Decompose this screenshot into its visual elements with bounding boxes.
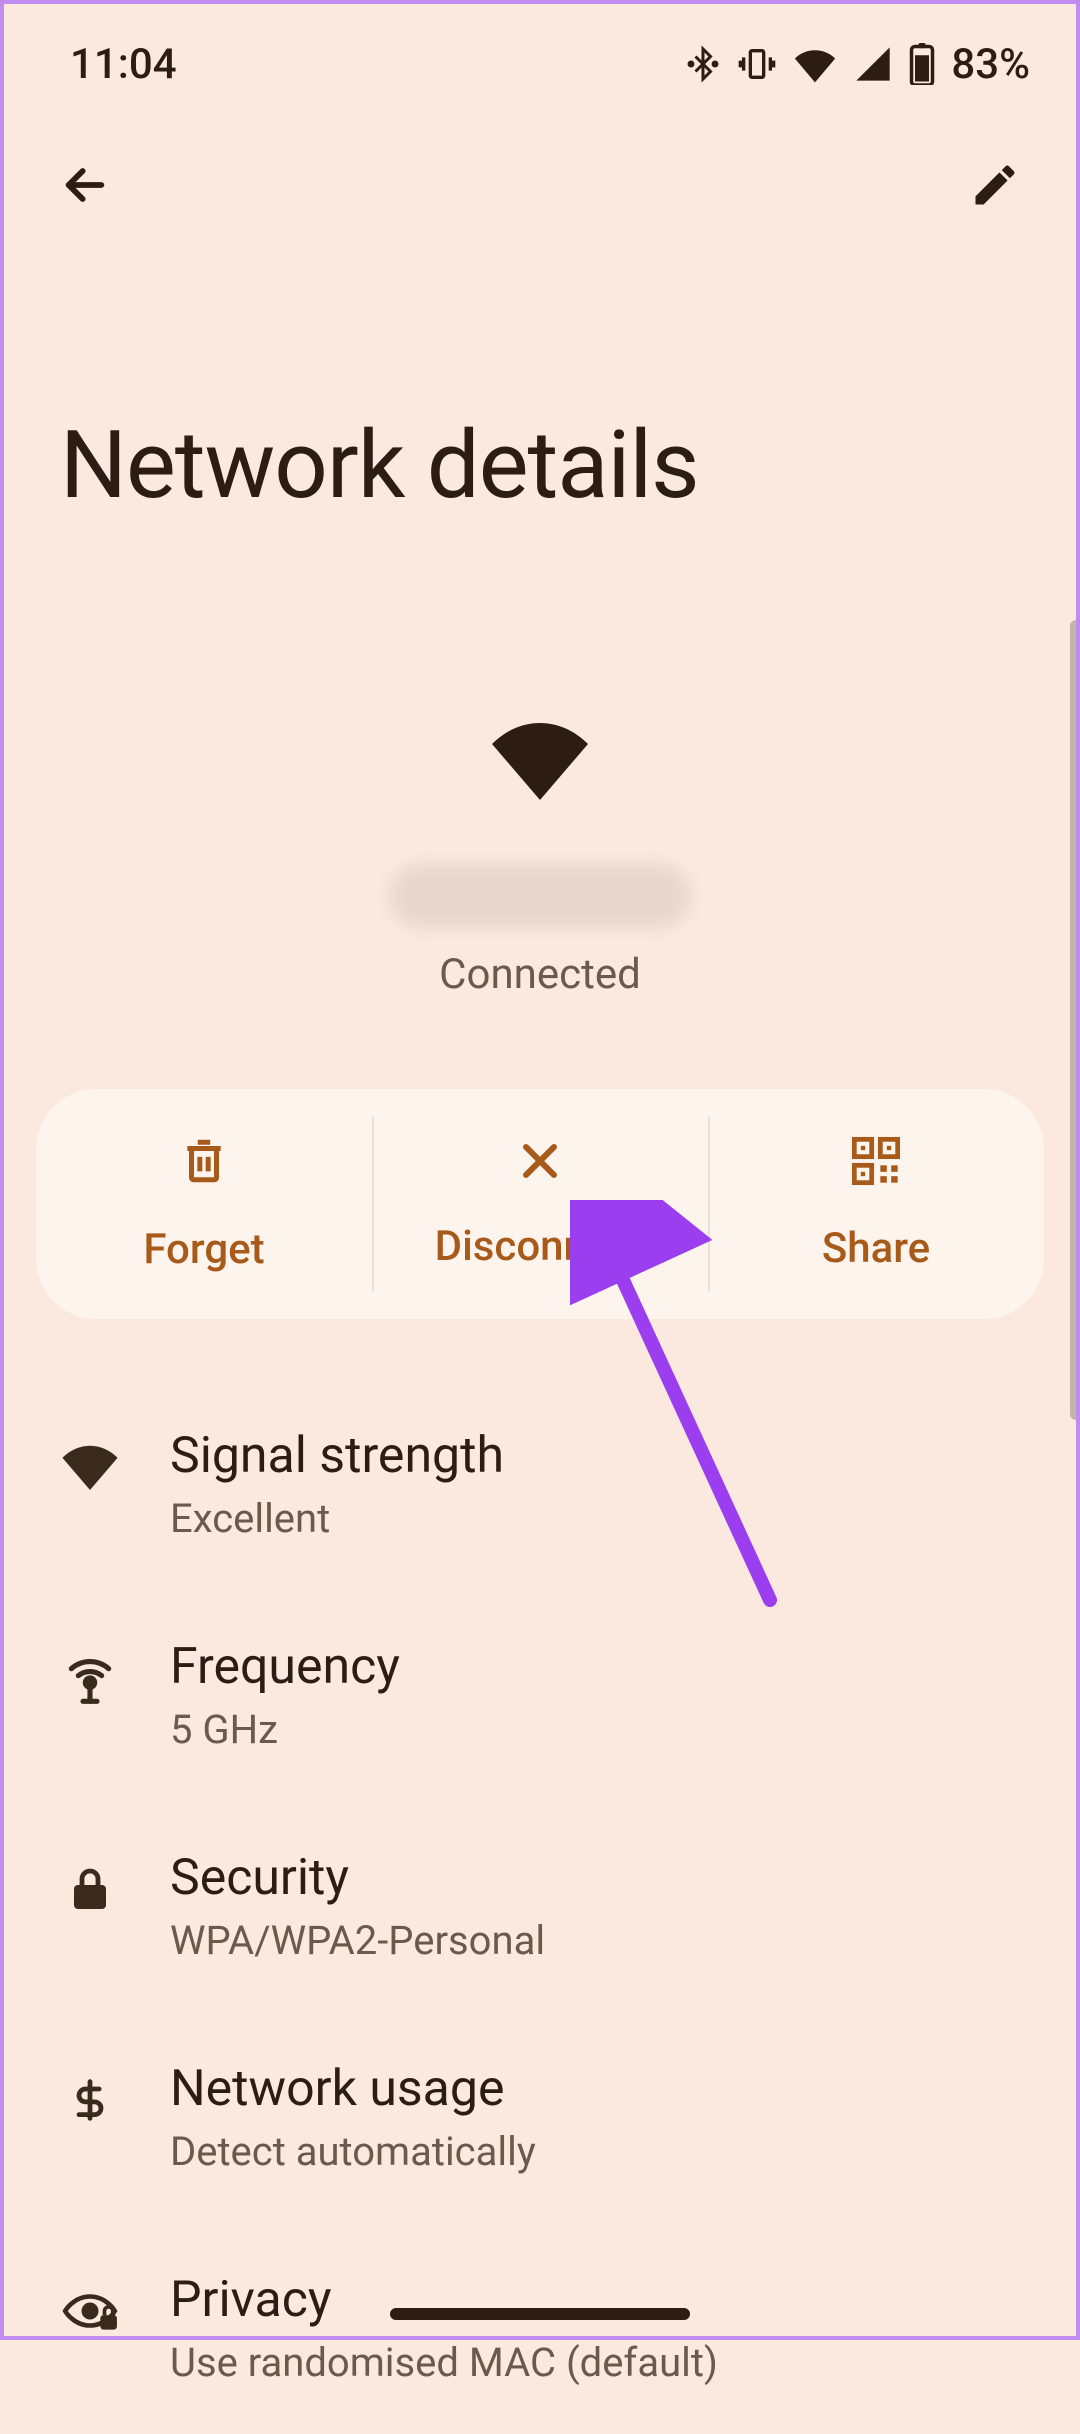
row-value: Excellent xyxy=(170,1495,504,1542)
row-value: Use randomised MAC (default) xyxy=(170,2339,718,2386)
row-value: Detect automatically xyxy=(170,2128,536,2175)
row-title: Frequency xyxy=(170,1638,400,1696)
row-signal-strength[interactable]: Signal strength Excellent xyxy=(60,1379,1020,1590)
page-title: Network details xyxy=(0,220,1080,520)
ssid-redacted xyxy=(390,864,690,928)
row-value: WPA/WPA2-Personal xyxy=(170,1917,545,1964)
wifi-small-icon xyxy=(60,1437,120,1497)
wifi-icon xyxy=(793,44,837,84)
row-frequency[interactable]: Frequency 5 GHz xyxy=(60,1590,1020,1801)
lock-icon xyxy=(60,1859,120,1919)
vibrate-icon xyxy=(737,44,777,84)
forget-button[interactable]: Forget xyxy=(36,1089,372,1319)
row-security[interactable]: Security WPA/WPA2-Personal xyxy=(60,1801,1020,2012)
share-label: Share xyxy=(822,1224,930,1273)
close-icon xyxy=(516,1137,564,1196)
eye-lock-icon xyxy=(60,2281,120,2341)
battery-icon xyxy=(909,43,935,85)
details-list: Signal strength Excellent Frequency 5 GH… xyxy=(0,1379,1080,2434)
forget-label: Forget xyxy=(143,1225,264,1274)
battery-pct: 83% xyxy=(951,40,1030,89)
back-button[interactable] xyxy=(50,150,120,220)
signal-icon xyxy=(853,44,893,84)
wifi-hero-icon xyxy=(490,720,590,804)
row-title: Signal strength xyxy=(170,1427,504,1485)
disconnect-button[interactable]: Disconnect xyxy=(372,1089,708,1319)
row-title: Privacy xyxy=(170,2271,718,2329)
gesture-bar xyxy=(390,2308,690,2320)
row-title: Network usage xyxy=(170,2060,536,2118)
bluetooth-icon xyxy=(685,44,721,84)
status-right: 83% xyxy=(685,40,1030,89)
connection-status: Connected xyxy=(439,950,641,999)
status-bar: 11:04 xyxy=(0,0,1080,100)
share-button[interactable]: Share xyxy=(708,1089,1044,1319)
qr-icon xyxy=(850,1135,902,1198)
status-time: 11:04 xyxy=(70,40,177,89)
action-bar: Forget Disconnect Share xyxy=(36,1089,1044,1319)
row-network-usage[interactable]: Network usage Detect automatically xyxy=(60,2012,1020,2223)
scroll-indicator xyxy=(1070,620,1080,1420)
antenna-icon xyxy=(60,1648,120,1708)
toolbar xyxy=(0,100,1080,220)
trash-icon xyxy=(179,1134,229,1199)
dollar-icon xyxy=(60,2070,120,2130)
row-title: Security xyxy=(170,1849,545,1907)
network-hero: Connected xyxy=(0,720,1080,999)
edit-button[interactable] xyxy=(960,150,1030,220)
disconnect-label: Disconnect xyxy=(435,1222,646,1271)
row-value: 5 GHz xyxy=(170,1706,400,1753)
row-privacy[interactable]: Privacy Use randomised MAC (default) xyxy=(60,2223,1020,2434)
